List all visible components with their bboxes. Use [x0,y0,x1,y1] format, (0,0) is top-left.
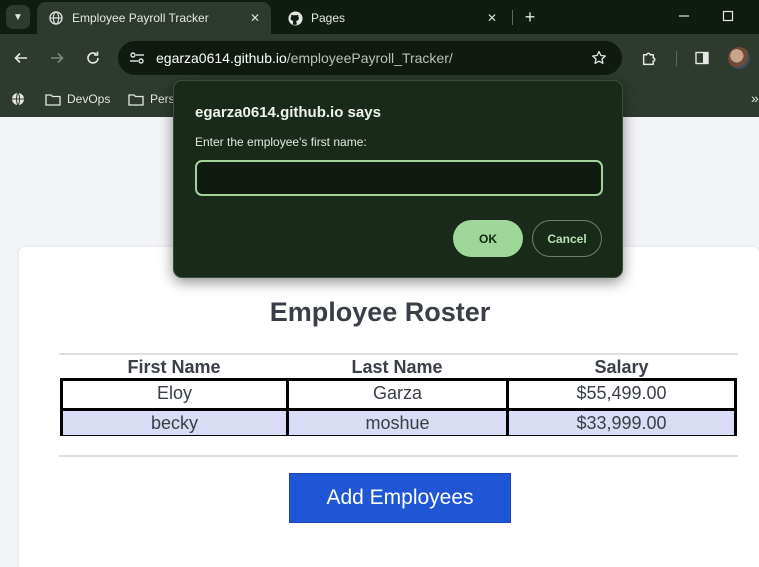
arrow-left-icon [14,52,27,64]
folder-icon [45,91,61,107]
ok-button[interactable]: OK [453,220,523,257]
bookmark-folder-pers[interactable]: Pers [128,88,175,110]
chevron-down-icon: ▼ [13,11,23,23]
maximize-icon [722,10,734,22]
page-title: Employee Roster [269,297,491,327]
cell-last-name: moshue [286,411,506,435]
side-panel-icon [695,51,709,65]
roster-card: Employee Roster First Name Last Name Sal… [19,247,759,567]
tab-title: Pages [311,11,346,25]
tab-search-button[interactable]: ▼ [6,5,30,29]
table-row: Eloy Garza $55,499.00 [63,381,734,408]
side-panel-button[interactable] [691,47,713,69]
bookmark-star-icon[interactable] [588,47,610,69]
profile-avatar[interactable] [728,47,750,69]
forward-button[interactable] [45,46,69,70]
bookmark-label: Pers [150,92,175,106]
tab-title: Employee Payroll Tracker [72,11,209,25]
arrow-right-icon [51,52,64,64]
bookmark-item[interactable] [10,88,32,110]
minimize-icon [679,15,689,17]
minimize-button[interactable] [671,4,697,28]
dialog-message: Enter the employee's first name: [195,135,367,149]
column-header-first-name: First Name [127,357,221,377]
url-text: egarza0614.github.io/employeePayroll_Tra… [156,50,453,66]
cell-first-name: Eloy [156,383,192,403]
github-icon [287,10,303,26]
maximize-button[interactable] [715,4,741,28]
table-header: First Name Last Name Salary [59,353,738,377]
dialog-title: egarza0614.github.io says [195,104,381,121]
address-bar[interactable]: egarza0614.github.io/employeePayroll_Tra… [118,41,622,75]
cell-salary: $33,999.00 [506,411,734,435]
cancel-button[interactable]: Cancel [532,220,602,257]
new-tab-button[interactable]: + [519,6,541,28]
column-header-last-name: Last Name [351,357,443,377]
close-icon[interactable]: ✕ [245,8,265,28]
url-path: /employeePayroll_Tracker/ [286,50,453,66]
divider [59,455,738,457]
bookmark-folder-devops[interactable]: DevOps [45,88,110,110]
tab-employee-payroll-tracker[interactable]: Employee Payroll Tracker ✕ [37,2,271,34]
site-info-icon[interactable] [125,46,149,70]
browser-toolbar: egarza0614.github.io/employeePayroll_Tra… [0,34,759,82]
close-icon[interactable]: ✕ [482,8,502,28]
bookmark-label: DevOps [67,92,111,106]
extensions-button[interactable] [638,47,660,69]
tab-strip: ▼ Employee Payroll Tracker ✕ Pages ✕ + [0,0,759,34]
cell-last-name: Garza [286,381,506,408]
first-name-input[interactable] [195,160,603,196]
add-employees-button[interactable]: Add Employees [289,473,511,523]
table-row: becky moshue $33,999.00 [63,408,734,435]
cell-first-name: becky [150,413,199,433]
prompt-dialog: egarza0614.github.io says Enter the empl… [173,80,623,278]
reload-icon [87,51,99,64]
back-button[interactable] [9,46,33,70]
cell-salary: $55,499.00 [506,381,734,408]
folder-icon [128,91,144,107]
url-host: egarza0614.github.io [156,50,287,66]
toolbar-divider [676,51,677,66]
employee-table: Eloy Garza $55,499.00 becky moshue $33,9… [60,378,737,436]
globe-icon [10,91,26,107]
column-header-salary: Salary [594,357,649,377]
reload-button[interactable] [81,46,105,70]
puzzle-icon [642,52,655,65]
tab-separator [512,10,513,25]
tab-pages[interactable]: Pages ✕ [276,2,508,34]
globe-icon [48,10,64,26]
bookmarks-overflow-icon[interactable]: » [751,90,759,108]
